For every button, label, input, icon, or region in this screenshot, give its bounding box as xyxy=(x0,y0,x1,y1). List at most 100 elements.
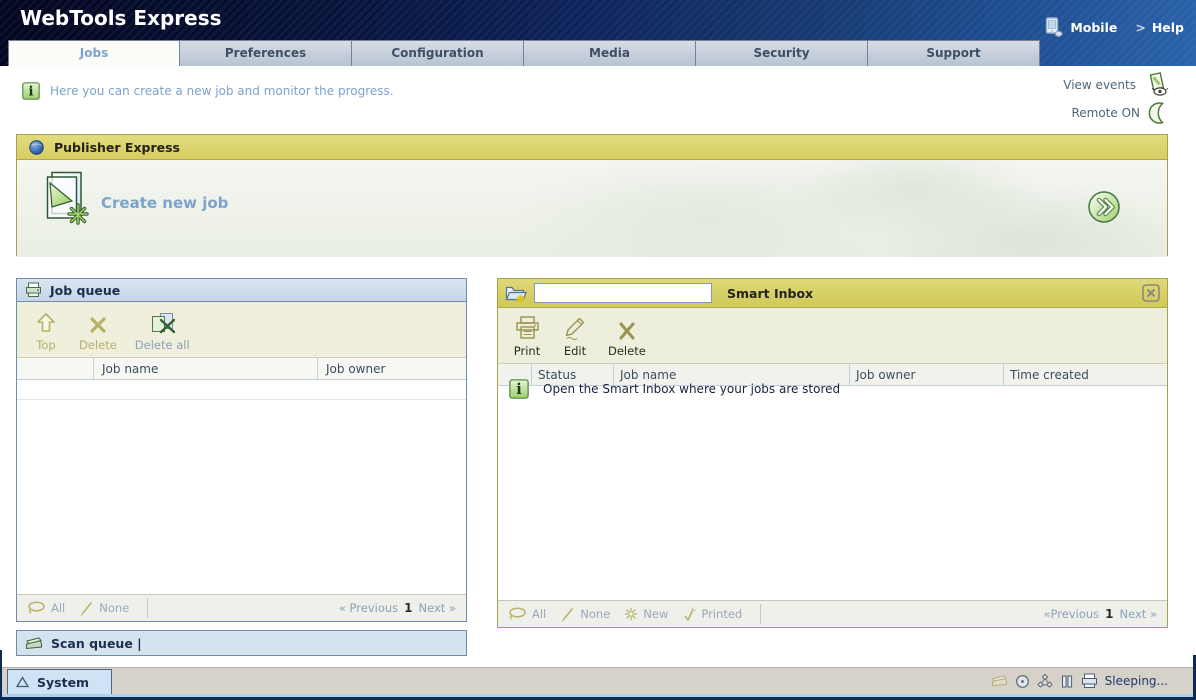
column-select xyxy=(17,358,93,379)
empty-row xyxy=(17,380,466,400)
next-link[interactable]: Next » xyxy=(1120,607,1157,621)
edit-button[interactable]: Edit xyxy=(560,314,590,358)
inbox-name-input[interactable] xyxy=(534,283,712,303)
left-edge xyxy=(0,650,2,700)
system-label: System xyxy=(37,675,89,690)
next-link[interactable]: Next » xyxy=(419,601,456,615)
panel-title: Job queue xyxy=(50,283,120,298)
delete-label: Delete xyxy=(79,338,117,352)
view-events-link[interactable]: View events xyxy=(1063,72,1170,97)
smart-inbox-header: Smart Inbox xyxy=(498,279,1167,308)
disc-status-icon xyxy=(1015,674,1030,689)
column-job-name[interactable]: Job name xyxy=(93,358,317,379)
tab-support[interactable]: Support xyxy=(868,40,1040,66)
top-label: Top xyxy=(36,338,55,352)
all-label: All xyxy=(51,601,65,615)
delete-button[interactable]: Delete xyxy=(79,308,117,352)
delete-label: Delete xyxy=(608,344,646,358)
column-time-created[interactable]: Time created xyxy=(1003,364,1167,385)
page-number: 1 xyxy=(1105,607,1113,621)
remote-toggle[interactable]: Remote ON xyxy=(1071,102,1170,124)
moon-icon xyxy=(1148,102,1170,124)
column-job-owner[interactable]: Job owner xyxy=(317,358,466,379)
all-label: All xyxy=(532,607,546,621)
new-inbox-folder-icon[interactable] xyxy=(505,283,527,304)
lasso-icon xyxy=(508,607,527,621)
new-label: New xyxy=(643,607,668,621)
smart-inbox-info-text: Open the Smart Inbox where your jobs are… xyxy=(543,382,840,396)
tab-security[interactable]: Security xyxy=(696,40,868,66)
page-info: i Here you can create a new job and moni… xyxy=(22,82,394,100)
app-header: WebTools Express Mobile > Help Jobs Pref… xyxy=(0,0,1196,66)
smart-inbox-panel: Smart Inbox Print xyxy=(497,278,1168,628)
svg-text:i: i xyxy=(29,85,34,100)
mobile-link[interactable]: Mobile xyxy=(1044,16,1117,38)
delete-all-icon xyxy=(149,311,176,335)
previous-link[interactable]: « Previous xyxy=(339,601,398,615)
sparkle-icon xyxy=(624,607,638,621)
lasso-icon xyxy=(27,601,46,615)
job-queue-table-header: Job name Job owner xyxy=(17,358,466,380)
tab-label: Support xyxy=(926,46,980,60)
select-all-link[interactable]: All xyxy=(508,607,546,621)
printer-status-text: Sleeping... xyxy=(1105,674,1168,688)
delete-all-label: Delete all xyxy=(135,338,190,352)
none-label: None xyxy=(580,607,610,621)
tab-jobs[interactable]: Jobs xyxy=(8,40,180,66)
help-link[interactable]: > Help xyxy=(1135,20,1184,35)
chevron-right-icon: > xyxy=(1135,20,1145,35)
smart-inbox-footer: All None New P xyxy=(498,600,1167,627)
smart-inbox-info: i Open the Smart Inbox where your jobs a… xyxy=(498,379,840,399)
select-all-link[interactable]: All xyxy=(27,601,65,615)
pause-status-icon xyxy=(1060,674,1074,689)
print-button[interactable]: Print xyxy=(512,314,542,358)
panel-title: Smart Inbox xyxy=(727,286,813,301)
webtools-express-page: WebTools Express Mobile > Help Jobs Pref… xyxy=(0,0,1196,700)
job-queue-header: Job queue xyxy=(17,279,466,302)
edit-label: Edit xyxy=(564,344,586,358)
page-number: 1 xyxy=(404,601,412,615)
print-icon xyxy=(514,315,541,341)
mobile-device-icon xyxy=(1044,16,1064,38)
close-button[interactable] xyxy=(1142,284,1160,302)
divider xyxy=(147,598,148,618)
previous-link[interactable]: «Previous xyxy=(1044,607,1100,621)
tab-configuration[interactable]: Configuration xyxy=(352,40,524,66)
delete-button[interactable]: Delete xyxy=(608,314,646,358)
tab-label: Configuration xyxy=(391,46,483,60)
delete-all-button[interactable]: Delete all xyxy=(135,308,190,352)
close-icon xyxy=(1142,284,1160,302)
tab-bar: Jobs Preferences Configuration Media Sec… xyxy=(8,40,1040,66)
select-new-link[interactable]: New xyxy=(624,607,668,621)
divider xyxy=(760,604,761,624)
svg-text:i: i xyxy=(516,381,522,398)
create-new-job-button[interactable]: Create new job xyxy=(17,160,1167,257)
info-icon: i xyxy=(22,82,40,100)
edit-pencil-icon xyxy=(563,315,587,341)
publisher-express-panel: Publisher Express Create new job xyxy=(16,134,1168,256)
scan-queue-panel[interactable]: Scan queue | xyxy=(16,630,467,656)
new-document-icon xyxy=(41,170,93,228)
view-events-icon xyxy=(1144,72,1170,97)
double-chevron-icon xyxy=(1087,190,1121,224)
system-tab[interactable]: System xyxy=(7,669,112,694)
tab-preferences[interactable]: Preferences xyxy=(180,40,352,66)
move-to-top-icon xyxy=(34,311,58,335)
select-none-link[interactable]: None xyxy=(79,600,129,616)
go-arrow-button[interactable] xyxy=(1087,190,1121,224)
tab-media[interactable]: Media xyxy=(524,40,696,66)
remote-label: Remote ON xyxy=(1071,106,1140,120)
job-queue-panel: Job queue Top Delete xyxy=(16,278,467,622)
smart-inbox-toolbar: Print Edit Delete xyxy=(498,308,1167,364)
mobile-label: Mobile xyxy=(1070,20,1117,35)
smart-inbox-pager: «Previous 1 Next » xyxy=(1044,607,1157,621)
job-queue-toolbar: Top Delete Delete all xyxy=(17,302,466,358)
top-button[interactable]: Top xyxy=(31,308,61,352)
select-printed-link[interactable]: Printed xyxy=(682,607,742,622)
column-job-owner[interactable]: Job owner xyxy=(849,364,1003,385)
none-label: None xyxy=(99,601,129,615)
select-none-link[interactable]: None xyxy=(560,606,610,622)
printer-icon xyxy=(25,282,42,298)
publisher-express-header: Publisher Express xyxy=(17,135,1167,160)
tab-label: Security xyxy=(753,46,809,60)
